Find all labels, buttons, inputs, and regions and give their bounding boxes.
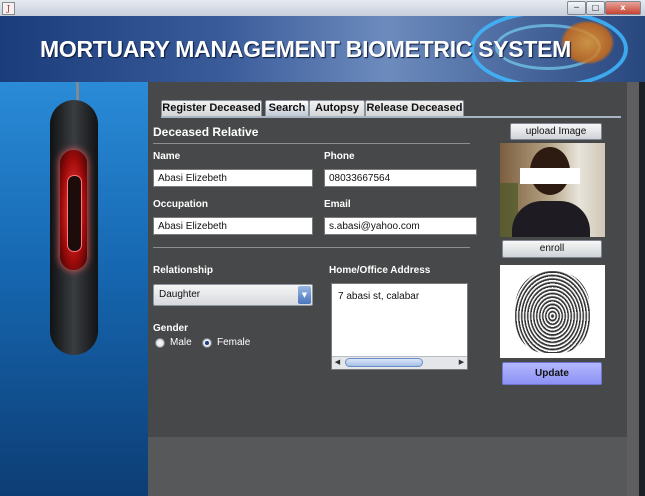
scroll-right-icon[interactable]: ▶: [456, 357, 467, 368]
relative-photo: [500, 143, 605, 237]
male-label: Male: [170, 337, 192, 348]
name-label: Name: [153, 151, 181, 162]
divider-middle: [153, 247, 470, 248]
horizontal-scrollbar[interactable]: ◀ ▶: [332, 356, 467, 369]
chevron-down-icon[interactable]: ▼: [298, 286, 311, 304]
relationship-label: Relationship: [153, 265, 214, 276]
occupation-label: Occupation: [153, 199, 209, 210]
photo-redaction: [520, 168, 580, 184]
scroll-left-icon[interactable]: ◀: [332, 357, 343, 368]
email-field[interactable]: s.abasi@yahoo.com: [324, 217, 477, 235]
minimize-button[interactable]: ─: [567, 1, 586, 15]
email-label: Email: [324, 199, 351, 210]
maximize-button[interactable]: □: [586, 1, 605, 15]
section-title: Deceased Relative: [153, 125, 259, 139]
divider-top: [153, 143, 470, 144]
address-value: 7 abasi st, calabar: [338, 291, 420, 302]
tab-search[interactable]: Search: [265, 100, 309, 116]
male-radio[interactable]: [155, 338, 165, 348]
update-button[interactable]: Update: [502, 362, 602, 385]
fingerprint-icon: [515, 271, 590, 353]
java-icon: J: [2, 2, 15, 15]
phone-label: Phone: [324, 151, 355, 162]
close-button[interactable]: x: [605, 1, 641, 15]
title-bar: J ─ □ x: [0, 0, 645, 17]
address-textarea[interactable]: 7 abasi st, calabar ◀ ▶: [331, 283, 468, 370]
phone-field[interactable]: 08033667564: [324, 169, 477, 187]
female-label: Female: [217, 337, 251, 348]
tab-release-deceased[interactable]: Release Deceased: [365, 100, 464, 116]
scanner-lens-window: [67, 175, 82, 252]
app-window: J ─ □ x MORTUARY MANAGEMENT BIOMETRIC SY…: [0, 0, 645, 496]
header-banner: MORTUARY MANAGEMENT BIOMETRIC SYSTEM: [0, 16, 645, 82]
address-label: Home/Office Address: [329, 265, 431, 276]
app-title: MORTUARY MANAGEMENT BIOMETRIC SYSTEM: [40, 36, 571, 62]
tab-underline: [161, 116, 621, 118]
occupation-field[interactable]: Abasi Elizebeth: [153, 217, 313, 235]
scroll-thumb[interactable]: [345, 358, 423, 367]
bottom-strip: [148, 437, 627, 496]
gender-label: Gender: [153, 323, 189, 334]
tab-autopsy[interactable]: Autopsy: [309, 100, 365, 116]
female-radio[interactable]: [202, 338, 212, 348]
enroll-button[interactable]: enroll: [502, 240, 602, 258]
photo-body: [512, 201, 590, 237]
right-border: [627, 82, 639, 496]
relationship-dropdown[interactable]: Daughter ▼: [153, 284, 313, 306]
upload-image-button[interactable]: upload Image: [510, 123, 602, 140]
name-field[interactable]: Abasi Elizebeth: [153, 169, 313, 187]
relationship-value: Daughter: [159, 289, 201, 300]
fingerprint-preview: [500, 265, 605, 358]
tab-register-deceased[interactable]: Register Deceased: [161, 100, 262, 116]
